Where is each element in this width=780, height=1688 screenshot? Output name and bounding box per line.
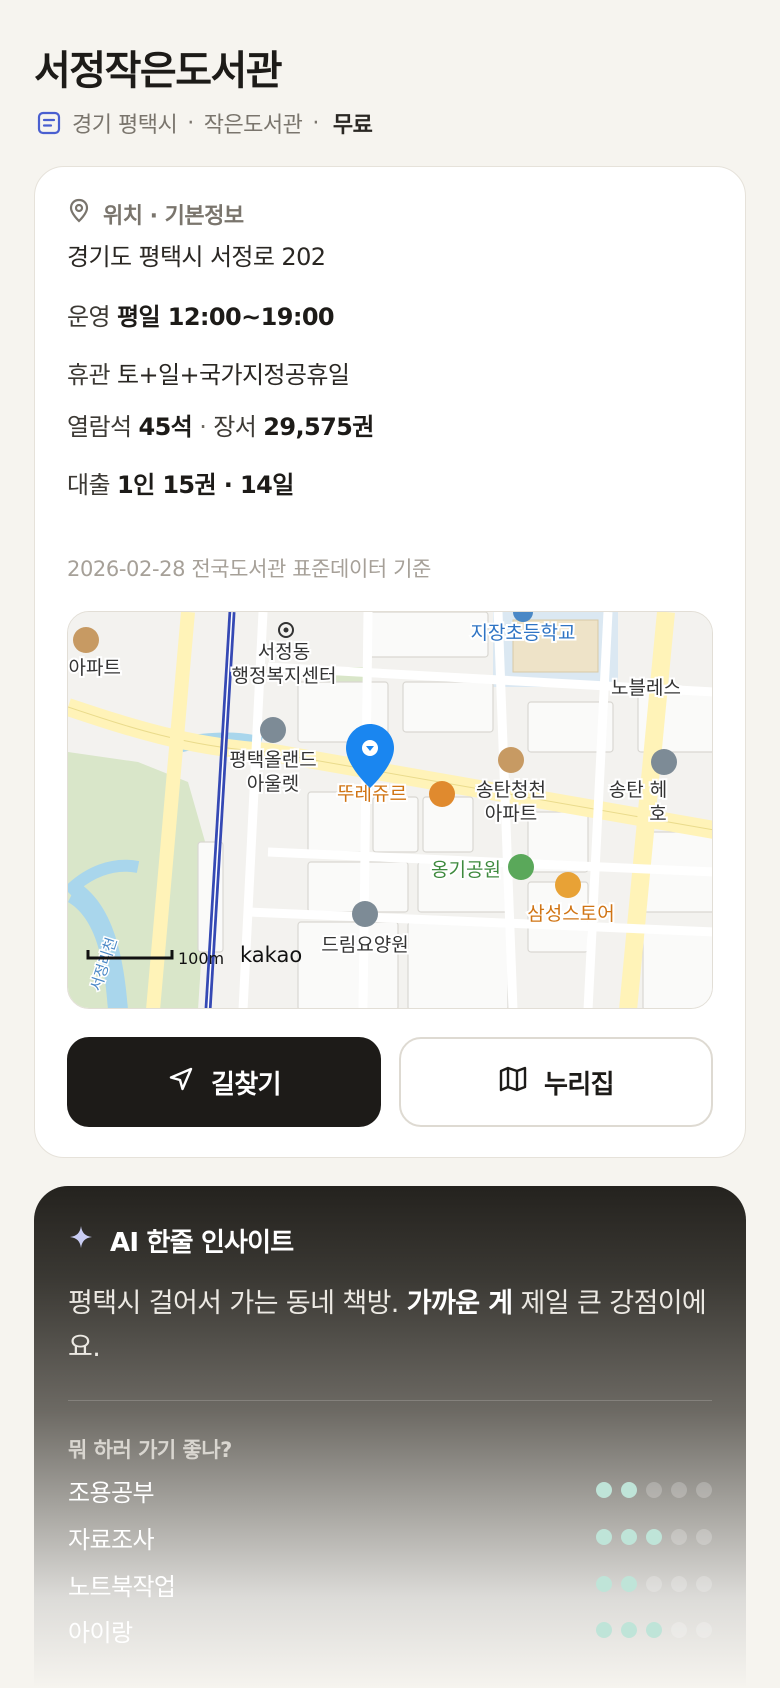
hours-value: 평일 12:00~19:00 (117, 303, 335, 331)
location-map[interactable]: 지장초등학교 장아파트 서정동 행정복지센터 노블레스 평택올랜드 아울렛 뚜레… (67, 611, 713, 1009)
closed-label: 휴관 (67, 361, 111, 389)
loan-label: 대출 (67, 471, 111, 499)
map-label: 삼성스토어 (527, 903, 614, 925)
ai-insight-card: AI 한줄 인사이트 평택시 걸어서 가는 동네 책방. 가까운 게 제일 큰 … (34, 1186, 746, 1688)
section-header: 위치 · 기본정보 (67, 197, 244, 231)
purpose-name: 아이랑 (68, 1618, 133, 1647)
page-title: 서정작은도서관 (34, 48, 283, 94)
map-label: 아울렛 (247, 773, 299, 795)
scale-label: 100m (178, 949, 224, 968)
library-meta: 경기 평택시 · 작은도서관 · 무료 (36, 106, 373, 140)
closed-value: 토+일+국가지정공휴일 (117, 361, 350, 389)
meta-separator: · (187, 110, 194, 136)
rating-dot-filled (596, 1576, 612, 1592)
divider (68, 1400, 712, 1401)
map-label: 송탄 헤 (609, 779, 667, 801)
rating-dot-filled (596, 1622, 612, 1638)
sparkle-icon (68, 1224, 94, 1257)
seats-label: 열람석 (67, 413, 132, 441)
books-label: 장서 (213, 413, 257, 441)
map-label: 송탄청천 (476, 779, 546, 801)
map-label: 서정동 (258, 641, 310, 663)
books-value: 29,575권 (263, 413, 374, 441)
document-icon (36, 110, 62, 136)
loan-value: 1인 15권 · 14일 (117, 471, 294, 499)
seats-value: 45석 (138, 413, 193, 441)
library-type-label: 작은도서관 (203, 113, 303, 138)
map-label: 아파트 (485, 803, 537, 825)
library-detail-page: 서정작은도서관 경기 평택시 · 작은도서관 · 무료 위치 · 기본정보 경기… (0, 0, 780, 1688)
rating-dots (596, 1576, 712, 1592)
address-text: 경기도 평택시 서정로 202 (67, 243, 326, 271)
purpose-question: 뭐 하러 가기 좋나? (68, 1438, 232, 1462)
rating-dot-filled (596, 1529, 612, 1545)
purpose-name: 자료조사 (68, 1525, 155, 1554)
ai-insight-title: AI 한줄 인사이트 (110, 1227, 294, 1258)
map-label: 옹기공원 (431, 859, 501, 881)
purpose-name: 노트북작업 (68, 1572, 176, 1601)
insight-highlight: 가까운 게 (406, 1288, 513, 1319)
location-info-card: 위치 · 기본정보 경기도 평택시 서정로 202 운영 평일 12:00~19… (34, 166, 746, 1158)
kakao-logo: kakao (240, 943, 302, 967)
rating-dots (596, 1529, 712, 1545)
closed-row: 휴관 토+일+국가지정공휴일 (67, 355, 350, 390)
purpose-name: 조용공부 (68, 1478, 155, 1507)
map-label: 드림요양원 (321, 934, 408, 956)
rating-dot-empty (671, 1576, 687, 1592)
rating-dot-empty (671, 1529, 687, 1545)
rating-dot-empty (646, 1482, 662, 1498)
rating-dot-filled (621, 1622, 637, 1638)
ai-insight-text: 평택시 걸어서 가는 동네 책방. 가까운 게 제일 큰 강점이에요. (68, 1282, 708, 1370)
map-icon (498, 1065, 528, 1100)
navigation-arrow-icon (167, 1065, 195, 1100)
directions-label: 길찾기 (211, 1069, 282, 1100)
hours-label: 운영 (67, 303, 111, 331)
fee-label: 무료 (332, 113, 373, 138)
capacity-row: 열람석 45석 · 장서 29,575권 (67, 407, 374, 442)
rating-dot-empty (696, 1482, 712, 1498)
rating-dot-empty (671, 1622, 687, 1638)
purpose-row: 자료조사 (68, 1519, 712, 1555)
region-label: 경기 평택시 (72, 113, 178, 138)
rating-dot-filled (646, 1529, 662, 1545)
meta-separator: · (312, 110, 319, 136)
capacity-separator: · (199, 413, 207, 441)
rating-dot-filled (596, 1482, 612, 1498)
directions-button[interactable]: 길찾기 (67, 1037, 381, 1127)
map-label: 호 (649, 803, 666, 825)
rating-dot-filled (621, 1529, 637, 1545)
loan-row: 대출 1인 15권 · 14일 (67, 465, 294, 500)
map-label: 평택올랜드 (229, 749, 316, 771)
rating-dot-empty (671, 1482, 687, 1498)
section-title: 위치 · 기본정보 (103, 204, 244, 229)
purpose-row: 조용공부 (68, 1472, 712, 1508)
rating-dot-empty (696, 1622, 712, 1638)
hours-row: 운영 평일 12:00~19:00 (67, 297, 335, 332)
insight-text-start: 평택시 걸어서 가는 동네 책방. (68, 1288, 399, 1319)
purpose-row: 노트북작업 (68, 1566, 712, 1602)
rating-dot-filled (646, 1622, 662, 1638)
rating-dot-empty (696, 1529, 712, 1545)
rating-dot-filled (621, 1482, 637, 1498)
rating-dots (596, 1622, 712, 1638)
data-source-note: 2026-02-28 전국도서관 표준데이터 기준 (67, 557, 431, 581)
map-label: 행정복지센터 (232, 665, 337, 687)
rating-dot-empty (646, 1576, 662, 1592)
map-label: 장아파트 (68, 657, 121, 679)
location-pin-icon (67, 198, 91, 230)
ai-insight-header: AI 한줄 인사이트 (68, 1220, 294, 1260)
website-button[interactable]: 누리집 (399, 1037, 713, 1127)
rating-dot-filled (621, 1576, 637, 1592)
map-label: 노블레스 (611, 677, 681, 699)
map-label: 뚜레쥬르 (337, 783, 407, 805)
rating-dots (596, 1482, 712, 1498)
purpose-row: 아이랑 (68, 1612, 712, 1648)
rating-dot-empty (696, 1576, 712, 1592)
website-label: 누리집 (544, 1069, 615, 1100)
map-label: 지장초등학교 (471, 622, 576, 644)
